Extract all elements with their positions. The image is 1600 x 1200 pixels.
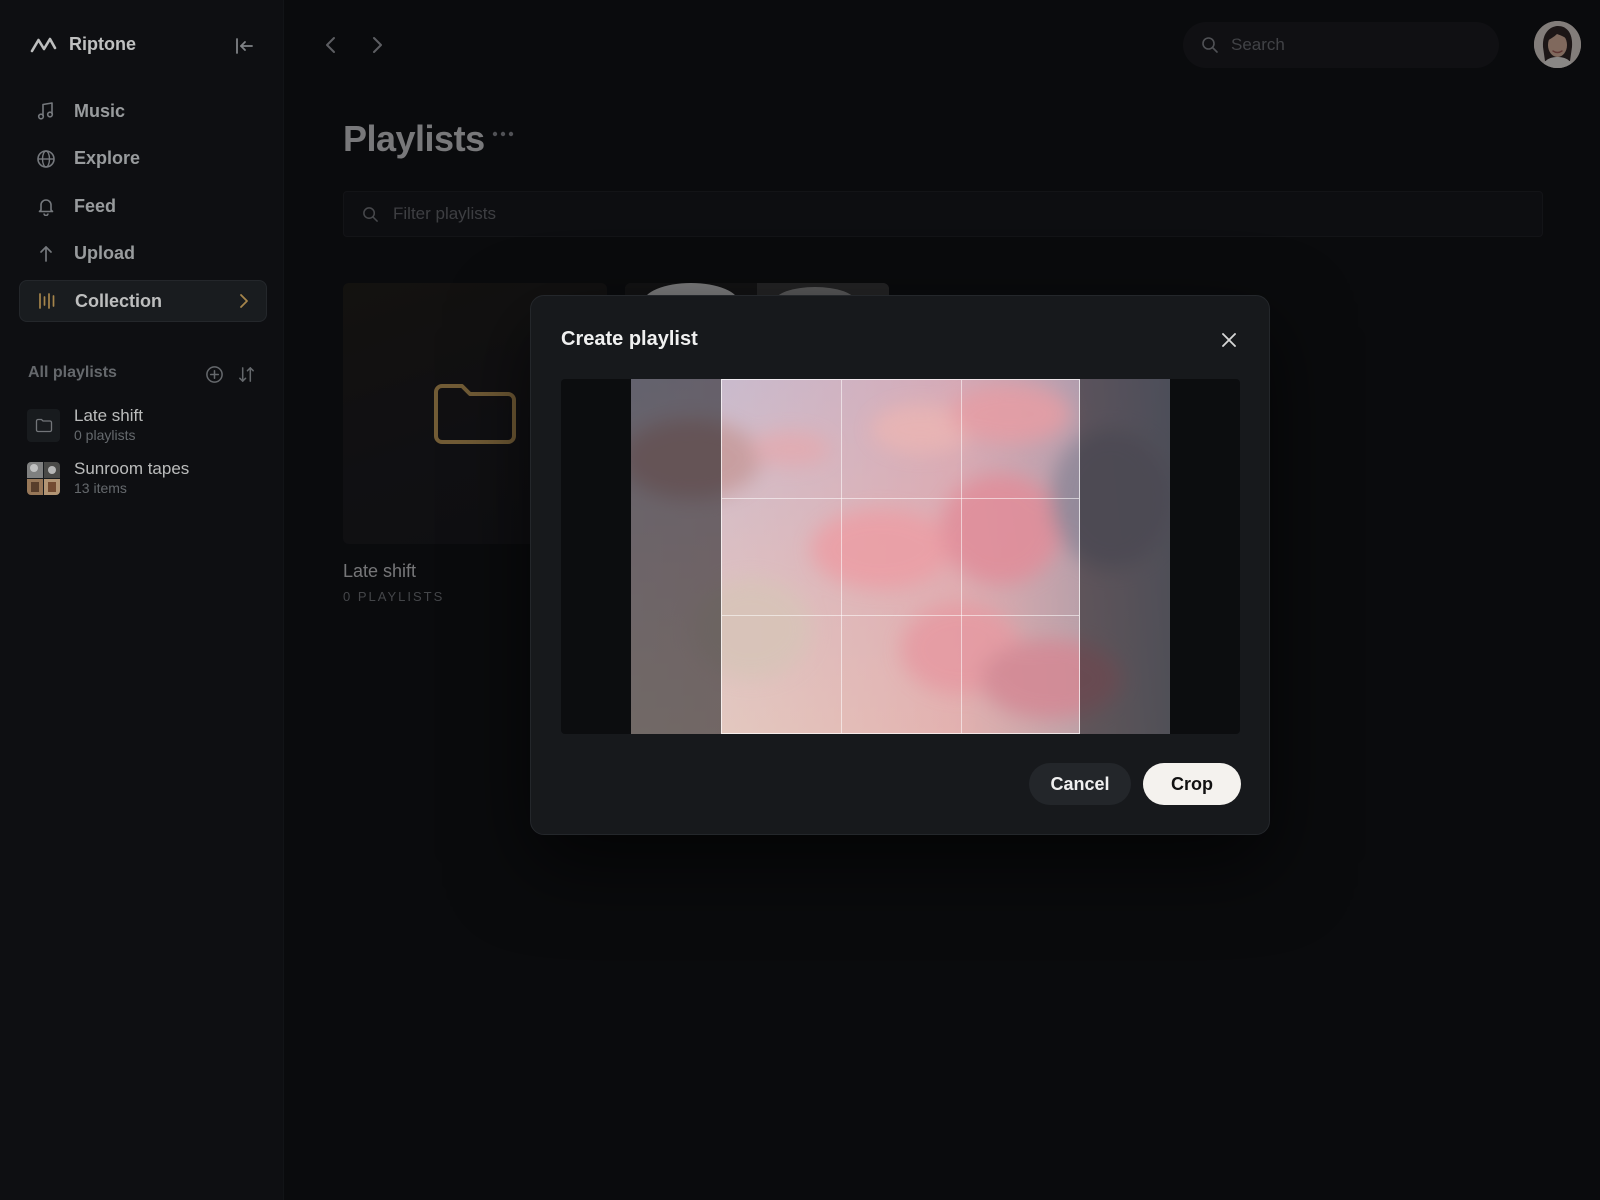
grid-line: [722, 498, 1079, 499]
crop-selection[interactable]: [721, 379, 1080, 734]
grid-line: [961, 380, 962, 733]
grid-line: [722, 615, 1079, 616]
close-icon[interactable]: [1219, 330, 1239, 350]
cancel-button[interactable]: Cancel: [1029, 763, 1131, 805]
dialog-title: Create playlist: [561, 328, 698, 350]
grid-line: [841, 380, 842, 733]
crop-mask-right: [1080, 379, 1170, 734]
crop-mask-left: [631, 379, 721, 734]
create-playlist-dialog: Create playlist Cancel Crop: [530, 295, 1270, 835]
image-crop-area[interactable]: [561, 379, 1240, 734]
crop-button[interactable]: Crop: [1143, 763, 1241, 805]
sidebar-scrim: [0, 0, 284, 1200]
